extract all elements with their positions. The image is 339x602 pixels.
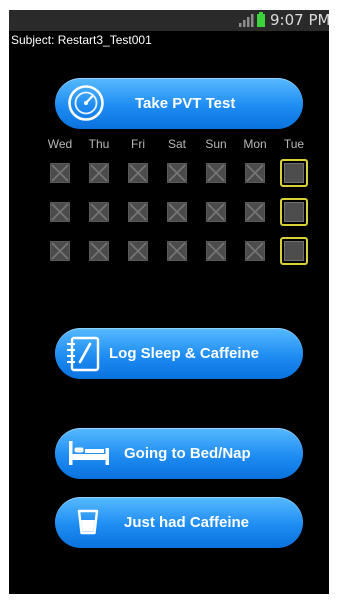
- x-mark-icon: [90, 242, 108, 260]
- x-mark-icon: [90, 164, 108, 182]
- x-mark-icon: [51, 242, 69, 260]
- status-bar: 9:07 PM: [9, 10, 329, 31]
- just-had-caffeine-label: Just had Caffeine: [124, 514, 250, 531]
- x-mark-icon: [168, 203, 186, 221]
- gauge-icon: [68, 85, 104, 121]
- log-sleep-caffeine-button[interactable]: Log Sleep & Caffeine: [55, 328, 303, 379]
- just-had-caffeine-button[interactable]: Just had Caffeine: [55, 497, 303, 548]
- week-day-header: Wed Thu Fri Sat Sun Mon Tue: [45, 137, 321, 153]
- x-mark-icon: [129, 164, 147, 182]
- x-mark-icon: [90, 203, 108, 221]
- x-mark-icon: [246, 242, 264, 260]
- calendar-cell-box: [284, 241, 304, 261]
- day-label-sat: Sat: [167, 137, 186, 151]
- calendar-cell-missed[interactable]: [50, 163, 70, 183]
- bed-icon: [69, 441, 109, 465]
- calendar-cell-missed[interactable]: [89, 163, 109, 183]
- calendar-cell-missed[interactable]: [245, 163, 265, 183]
- calendar-cell-missed[interactable]: [206, 163, 226, 183]
- x-mark-icon: [207, 164, 225, 182]
- log-sleep-caffeine-label: Log Sleep & Caffeine: [109, 345, 260, 362]
- signal-icon: [239, 14, 254, 27]
- day-label-thu: Thu: [88, 137, 110, 151]
- calendar-cell-missed[interactable]: [206, 241, 226, 261]
- day-label-sun: Sun: [205, 137, 227, 151]
- x-mark-icon: [207, 242, 225, 260]
- subject-label: Subject: Restart3_Test001: [11, 33, 152, 47]
- calendar-cell-missed[interactable]: [206, 202, 226, 222]
- x-mark-icon: [51, 203, 69, 221]
- calendar-cell-missed[interactable]: [167, 202, 187, 222]
- x-mark-icon: [168, 242, 186, 260]
- x-mark-icon: [51, 164, 69, 182]
- x-mark-icon: [246, 164, 264, 182]
- calendar-cell-today[interactable]: [280, 159, 308, 187]
- status-time: 9:07 PM: [270, 11, 329, 29]
- x-mark-icon: [207, 203, 225, 221]
- calendar-cell-missed[interactable]: [89, 241, 109, 261]
- calendar-cell-missed[interactable]: [167, 241, 187, 261]
- going-to-bed-nap-label: Going to Bed/Nap: [124, 445, 251, 462]
- calendar-cell-box: [284, 163, 304, 183]
- calendar-cell-missed[interactable]: [50, 241, 70, 261]
- calendar-cell-missed[interactable]: [167, 163, 187, 183]
- x-mark-icon: [129, 242, 147, 260]
- day-label-mon: Mon: [243, 137, 267, 151]
- x-mark-icon: [246, 203, 264, 221]
- notebook-icon: [67, 336, 100, 372]
- x-mark-icon: [129, 203, 147, 221]
- app-screen: 9:07 PM Subject: Restart3_Test001 Take P…: [9, 10, 329, 594]
- calendar-cell-missed[interactable]: [128, 202, 148, 222]
- calendar-cell-missed[interactable]: [50, 202, 70, 222]
- day-label-fri: Fri: [131, 137, 145, 151]
- calendar-cell-today[interactable]: [280, 237, 308, 265]
- calendar-cell-missed[interactable]: [89, 202, 109, 222]
- battery-icon: [257, 12, 265, 27]
- calendar-cell-box: [284, 202, 304, 222]
- take-pvt-test-label: Take PVT Test: [135, 95, 236, 112]
- calendar-cell-missed[interactable]: [128, 163, 148, 183]
- cup-icon: [77, 509, 99, 535]
- going-to-bed-nap-button[interactable]: Going to Bed/Nap: [55, 428, 303, 479]
- calendar-cell-today[interactable]: [280, 198, 308, 226]
- calendar-cell-missed[interactable]: [245, 202, 265, 222]
- x-mark-icon: [168, 164, 186, 182]
- calendar-cell-missed[interactable]: [128, 241, 148, 261]
- day-label-tue: Tue: [283, 137, 305, 151]
- calendar-cell-missed[interactable]: [245, 241, 265, 261]
- day-label-wed: Wed: [47, 137, 73, 151]
- take-pvt-test-button[interactable]: Take PVT Test: [55, 78, 303, 129]
